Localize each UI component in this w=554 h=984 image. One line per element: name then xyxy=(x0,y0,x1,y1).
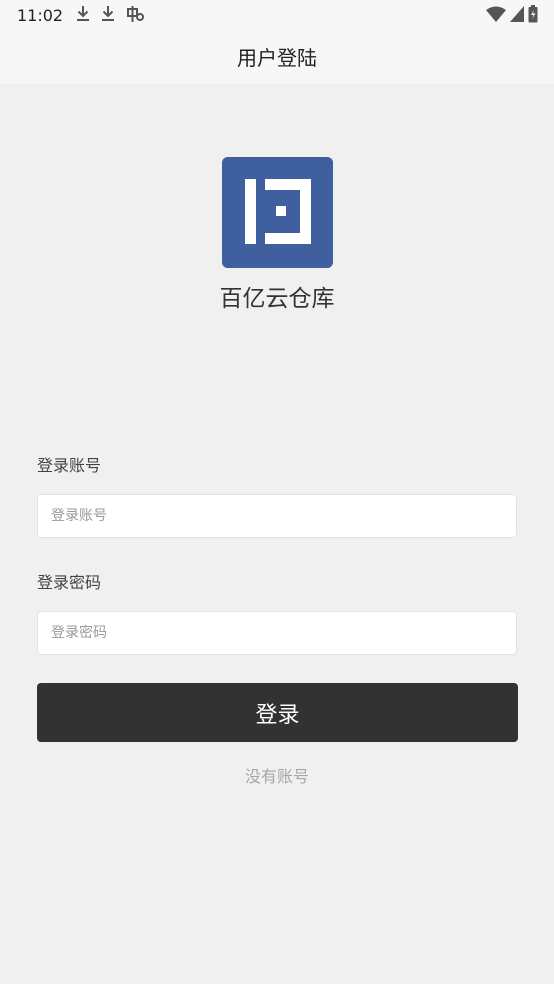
password-field-wrapper xyxy=(37,611,517,655)
logo-mark-icon xyxy=(222,157,333,268)
no-account-link[interactable]: 没有账号 xyxy=(0,766,554,788)
status-system-icons xyxy=(486,5,538,27)
battery-icon xyxy=(528,5,538,27)
cell-signal-icon xyxy=(510,6,524,26)
status-notification-icons xyxy=(75,5,145,27)
page-title: 用户登陆 xyxy=(237,45,317,70)
app-bar: 用户登陆 xyxy=(0,32,554,85)
account-label: 登录账号 xyxy=(37,456,102,475)
account-field-wrapper xyxy=(37,494,517,538)
status-bar: 11:02 xyxy=(0,0,554,32)
wifi-icon xyxy=(486,6,506,26)
download-icon xyxy=(100,5,116,27)
password-input[interactable] xyxy=(38,612,516,654)
status-time: 11:02 xyxy=(17,6,64,25)
app-name: 百亿云仓库 xyxy=(219,286,335,312)
app-logo xyxy=(222,157,333,268)
login-button[interactable]: 登录 xyxy=(37,683,518,742)
password-label: 登录密码 xyxy=(37,573,102,592)
app-notification-icon xyxy=(125,4,145,28)
download-icon xyxy=(75,5,91,27)
account-input[interactable] xyxy=(38,495,516,537)
